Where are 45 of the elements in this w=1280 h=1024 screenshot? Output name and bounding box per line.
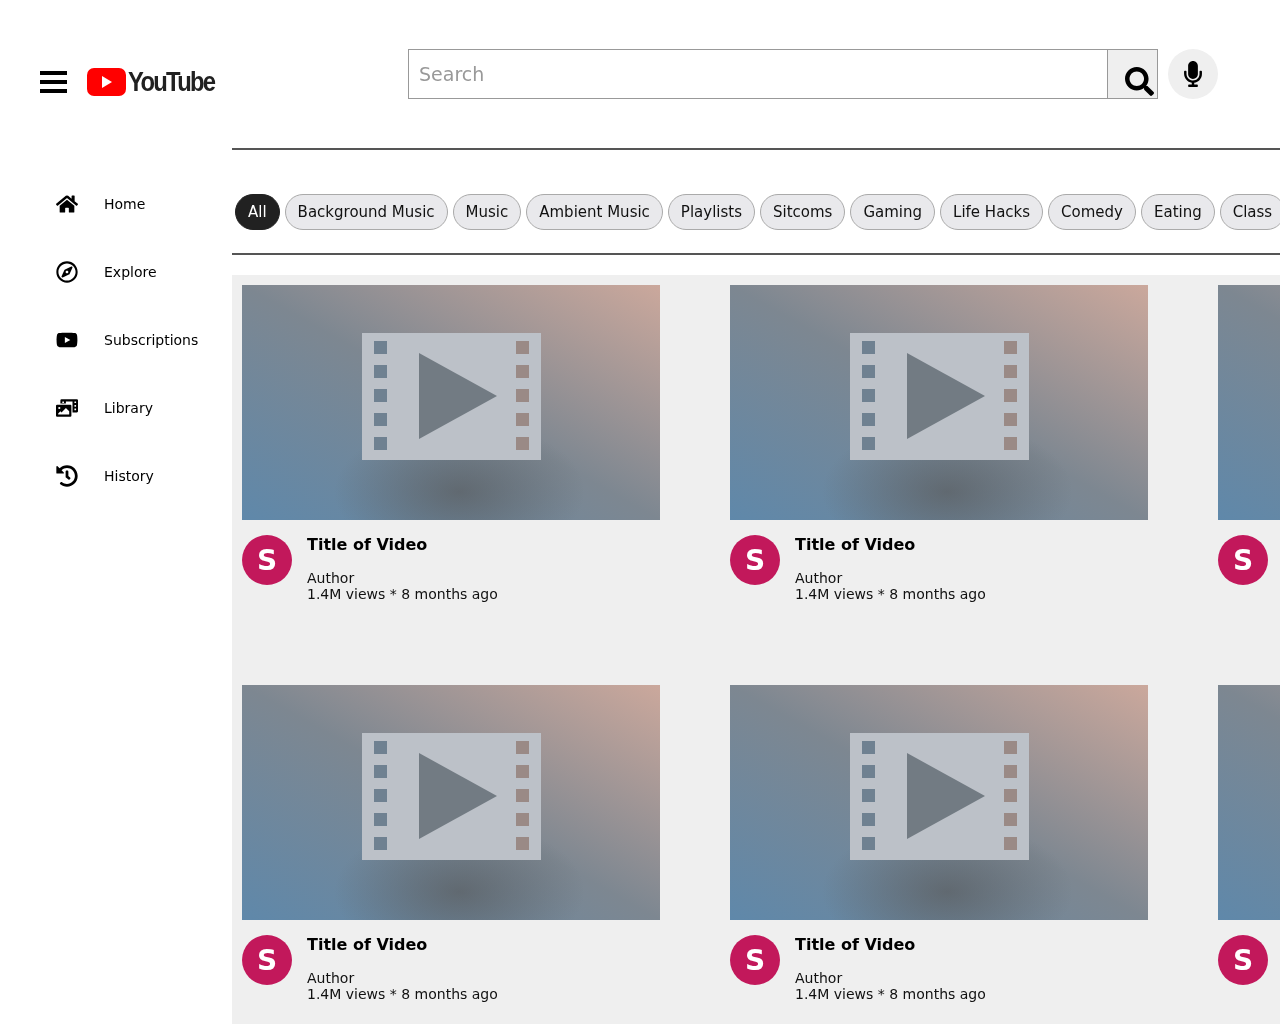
filter-chip[interactable]: Background Music [284, 194, 448, 230]
filter-chip[interactable]: Sitcoms [760, 194, 846, 230]
filter-chip[interactable]: Gaming [850, 194, 936, 230]
sidebar-item[interactable]: Subscriptions [0, 306, 232, 374]
filter-chip[interactable]: Class [1219, 194, 1280, 230]
photo-video-icon [56, 397, 78, 419]
sidebar-item[interactable]: Library [0, 374, 232, 442]
channel-avatar[interactable]: S [242, 535, 292, 585]
sidebar-item[interactable]: Home [0, 170, 232, 238]
author-name: Author [307, 970, 356, 986]
filter-chip[interactable]: Playlists [667, 194, 755, 230]
author-name: Author [795, 570, 844, 586]
video-title[interactable]: Title of Video [795, 935, 986, 954]
channel-avatar[interactable]: S [1218, 935, 1268, 985]
search-field[interactable]: Search [408, 49, 1108, 99]
filter-chip[interactable]: All [235, 194, 280, 230]
author-name: Author [795, 970, 844, 986]
channel-avatar[interactable]: S [730, 935, 780, 985]
video-stats: 1.4M views * 8 months ago [307, 986, 498, 1002]
compass-icon [56, 261, 78, 283]
channel-avatar[interactable]: S [1218, 535, 1268, 585]
author-name: Author [307, 570, 356, 586]
filter-chip[interactable]: Ambient Music [526, 194, 663, 230]
search-button[interactable] [1108, 49, 1158, 99]
video-stats: 1.4M views * 8 months ago [795, 586, 986, 602]
sidebar-item[interactable]: History [0, 442, 232, 510]
filter-chip[interactable]: Life Hacks [940, 194, 1044, 230]
filter-chip[interactable]: Eating [1140, 194, 1215, 230]
channel-avatar[interactable]: S [730, 535, 780, 585]
search-icon [1125, 67, 1154, 96]
sidebar-item[interactable]: Explore [0, 238, 232, 306]
filter-chip[interactable]: Music [452, 194, 522, 230]
channel-avatar[interactable]: S [242, 935, 292, 985]
video-title[interactable]: Title of Video [795, 535, 986, 554]
menu-icon[interactable] [40, 69, 67, 95]
play-button-icon [87, 68, 126, 96]
video-title[interactable]: Title of Video [307, 935, 498, 954]
video-title[interactable]: Title of Video [307, 535, 498, 554]
history-icon [56, 465, 78, 487]
logo-text[interactable]: YouTube [128, 66, 215, 98]
home-icon [56, 193, 78, 215]
video-stats: 1.4M views * 8 months ago [795, 986, 986, 1002]
video-stats: 1.4M views * 8 months ago [307, 586, 498, 602]
microphone-button[interactable] [1168, 49, 1218, 99]
filter-chip[interactable]: Comedy [1048, 194, 1136, 230]
